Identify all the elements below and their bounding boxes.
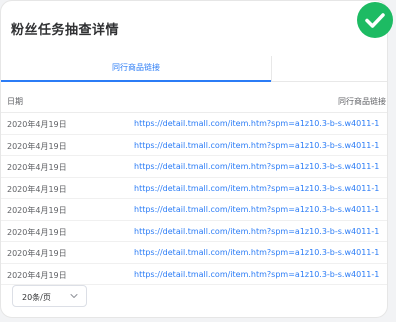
table-row: 2020年4月19日 https://detail.tmall.com/item…: [1, 113, 387, 135]
cell-link[interactable]: https://detail.tmall.com/item.htm?spm=a1…: [134, 248, 379, 257]
cell-date: 2020年4月19日: [7, 120, 67, 129]
cell-date: 2020年4月19日: [7, 141, 67, 151]
tab-divider: [271, 56, 272, 81]
tab-bar: 同行商品链接: [1, 56, 387, 82]
chevron-down-icon: [70, 294, 78, 298]
page-size-select[interactable]: 20条/页: [12, 285, 87, 307]
data-table: 日期 同行商品链接 2020年4月19日 https://detail.tmal…: [1, 90, 387, 285]
tab-competitor-links[interactable]: 同行商品链接: [1, 56, 271, 80]
task-detail-panel: 粉丝任务抽查详情 同行商品链接 日期 同行商品链接 2020年4月19日 htt…: [0, 0, 388, 318]
cell-date: 2020年4月19日: [7, 227, 67, 237]
check-circle-icon: [357, 2, 393, 38]
table-row: 2020年4月19日 https://detail.tmall.com/item…: [1, 242, 387, 264]
cell-link[interactable]: https://detail.tmall.com/item.htm?spm=a1…: [134, 162, 379, 171]
cell-link[interactable]: https://detail.tmall.com/item.htm?spm=a1…: [134, 205, 379, 214]
cell-link[interactable]: https://detail.tmall.com/item.htm?spm=a1…: [134, 119, 379, 128]
page-title: 粉丝任务抽查详情: [11, 23, 120, 38]
cell-link[interactable]: https://detail.tmall.com/item.htm?spm=a1…: [134, 184, 379, 193]
tab-active-indicator: [1, 80, 271, 82]
tab-bar-baseline: [271, 81, 387, 82]
cell-date: 2020年4月19日: [7, 206, 67, 215]
column-header-link: 同行商品链接: [338, 97, 386, 106]
cell-link[interactable]: https://detail.tmall.com/item.htm?spm=a1…: [134, 270, 379, 279]
table-row: 2020年4月19日 https://detail.tmall.com/item…: [1, 156, 387, 178]
table-row: 2020年4月19日 https://detail.tmall.com/item…: [1, 178, 387, 199]
cell-date: 2020年4月19日: [7, 184, 67, 194]
table-row: 2020年4月19日 https://detail.tmall.com/item…: [1, 221, 387, 242]
cell-date: 2020年4月19日: [7, 249, 67, 258]
cell-link[interactable]: https://detail.tmall.com/item.htm?spm=a1…: [134, 141, 379, 150]
cell-date: 2020年4月19日: [7, 163, 67, 172]
cell-link[interactable]: https://detail.tmall.com/item.htm?spm=a1…: [134, 227, 379, 236]
table-row: 2020年4月19日 https://detail.tmall.com/item…: [1, 135, 387, 156]
table-header: 日期 同行商品链接: [1, 90, 387, 113]
column-header-date: 日期: [7, 97, 23, 106]
cell-date: 2020年4月19日: [7, 270, 67, 280]
checkmark-icon: [365, 13, 385, 28]
page-size-label: 20条/页: [22, 293, 51, 302]
table-row: 2020年4月19日 https://detail.tmall.com/item…: [1, 199, 387, 221]
table-row: 2020年4月19日 https://detail.tmall.com/item…: [1, 264, 387, 285]
